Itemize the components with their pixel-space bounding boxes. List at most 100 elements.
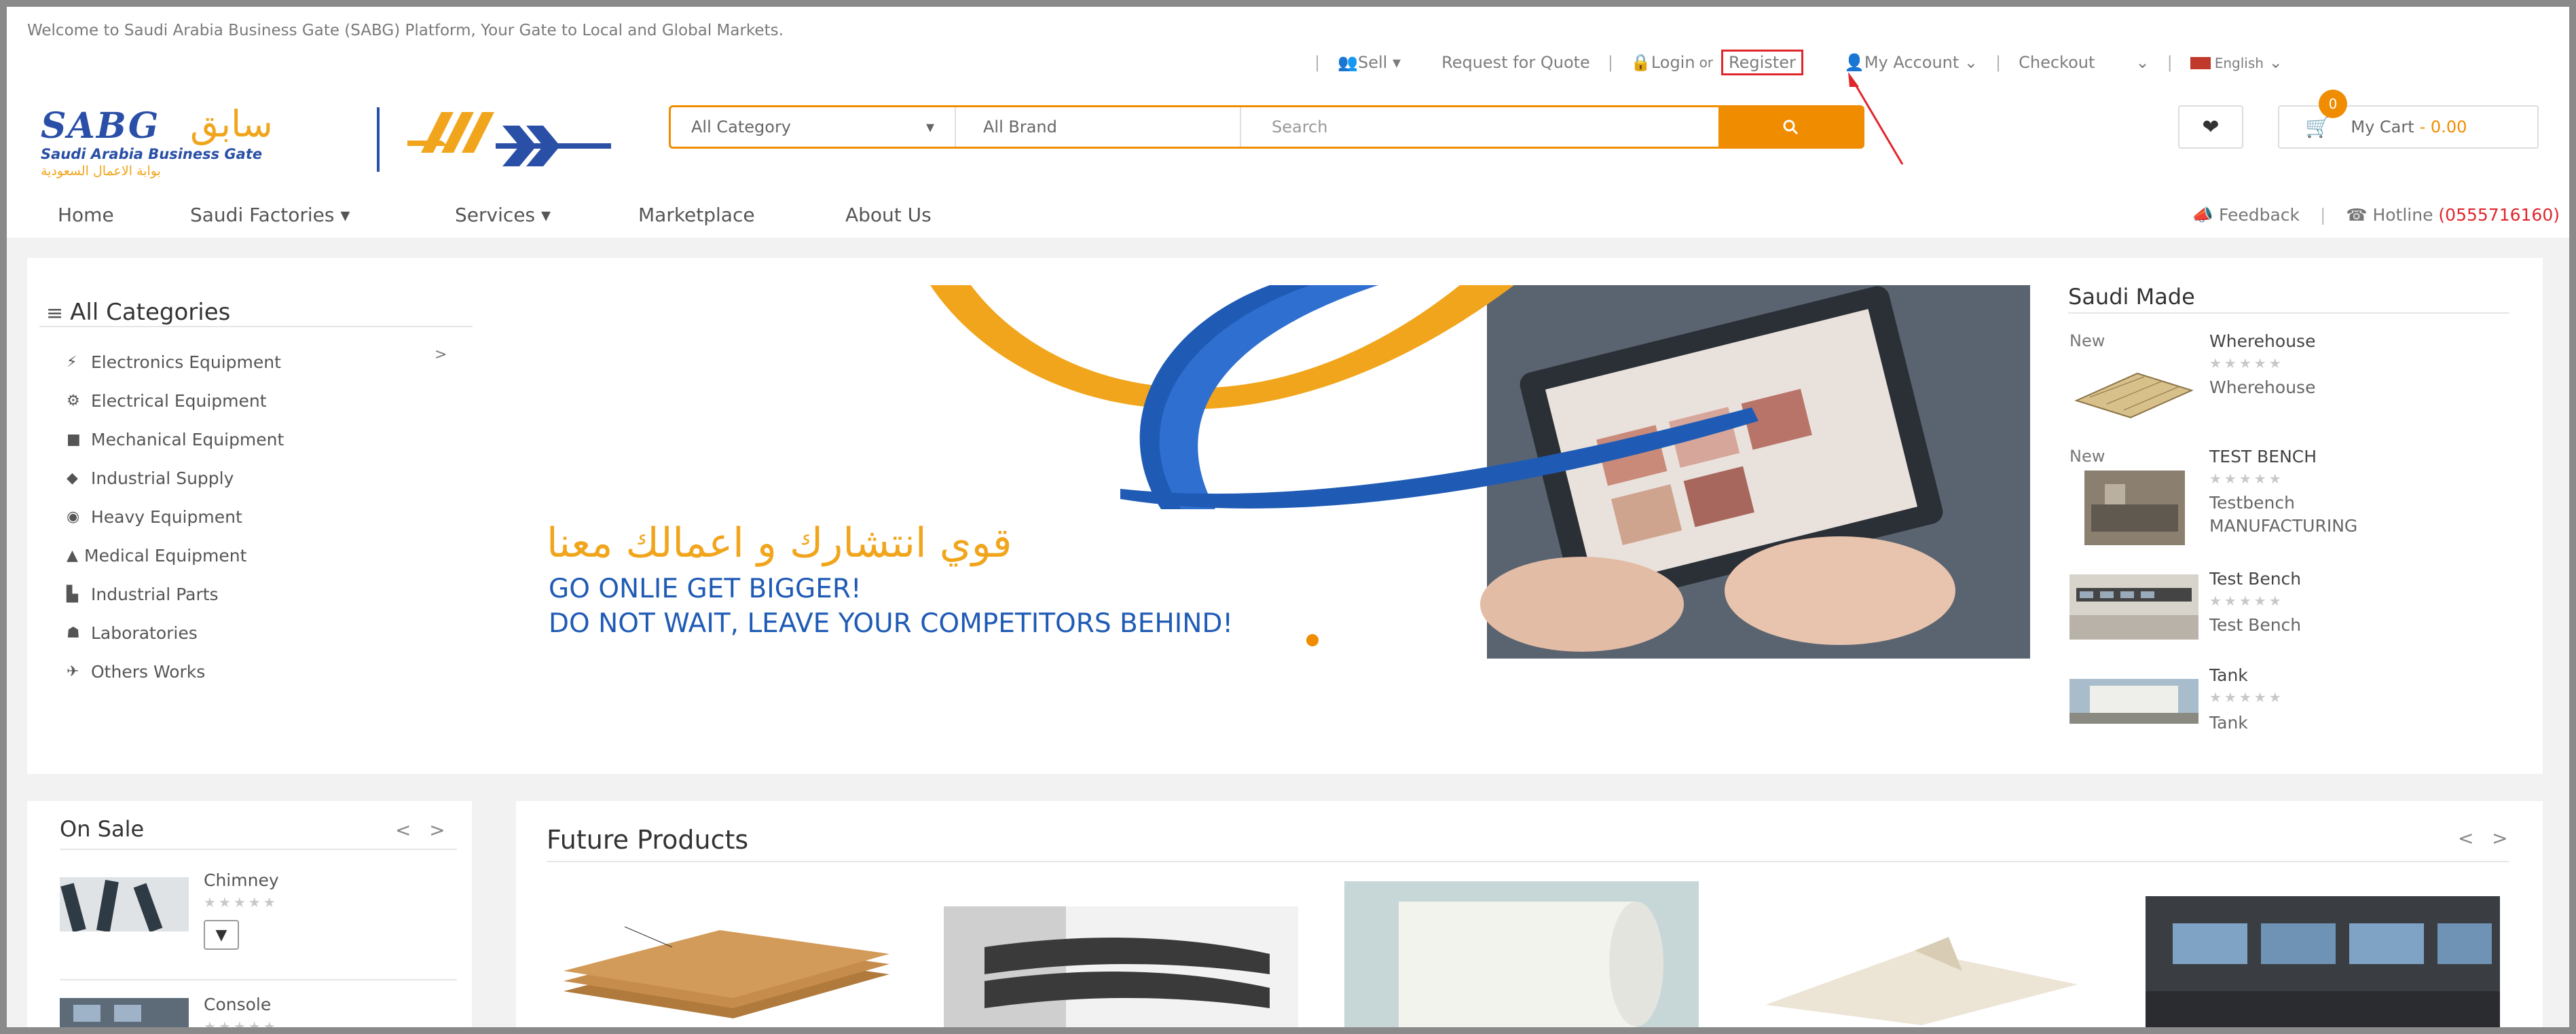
search-button[interactable] (1718, 107, 1862, 147)
nav-saudi-factories[interactable]: Saudi Factories ▾ (190, 204, 350, 226)
steel-bracket-image (944, 906, 1298, 1027)
login-link[interactable]: 🔒Login (1631, 53, 1695, 72)
category-item[interactable]: ✈ Others Works (67, 652, 284, 691)
or-text: or (1699, 54, 1714, 71)
on-sale-title: On Sale (60, 816, 145, 842)
gear-icon: ◉ (67, 509, 80, 525)
my-account-label: My Account (1864, 53, 1959, 72)
hero-banner[interactable]: قوي انتشارك و اعمالك معنا GO ONLIE GET B… (496, 285, 2030, 659)
language-selector[interactable]: English ⌄ (2190, 53, 2283, 72)
rating-stars: ★★★★★ (2209, 593, 2284, 609)
product-thumbnail[interactable] (2069, 574, 2198, 640)
category-item[interactable]: ⚡ Electronics Equipment (67, 343, 284, 382)
cart-button[interactable]: 🛒 0 My Cart - 0.00 (2278, 89, 2539, 149)
product-thumbnail[interactable] (2084, 470, 2185, 545)
separator: | (2319, 205, 2326, 225)
product-thumbnail[interactable] (60, 998, 189, 1027)
product-name[interactable]: Wherehouse (2209, 331, 2315, 351)
product-card[interactable] (2146, 896, 2500, 1027)
product-name[interactable]: Chimney (204, 870, 279, 890)
brand-select[interactable]: All Brand (956, 107, 1241, 147)
on-sale-nav: < > (395, 819, 445, 841)
separator: | (2167, 53, 2173, 72)
product-name[interactable]: Console (204, 995, 271, 1014)
product-card[interactable] (1745, 930, 2099, 1027)
product-subtitle: Testbench (2209, 493, 2295, 513)
test-bench-image (2084, 470, 2185, 545)
wishlist-button[interactable]: ❤ (2178, 105, 2243, 149)
product-thumbnail[interactable] (60, 877, 189, 931)
category-label: Industrial Supply (91, 468, 234, 488)
feedback-link[interactable]: 📣 Feedback (2192, 205, 2300, 225)
product-card[interactable] (1344, 881, 1699, 1027)
chevron-left-icon[interactable]: < (395, 819, 411, 841)
category-select-value: All Category (691, 117, 792, 136)
nav-about[interactable]: About Us (845, 204, 932, 226)
register-link[interactable]: Register (1721, 50, 1803, 75)
future-products-nav: < > (2458, 827, 2508, 849)
logo-text-ar: سابق (190, 103, 273, 145)
megaphone-icon: 📣 (2192, 205, 2213, 225)
phone-icon: ☎ (2346, 205, 2368, 225)
category-select[interactable]: All Category ▾ (671, 107, 956, 147)
welcome-text: Welcome to Saudi Arabia Business Gate (S… (27, 22, 784, 39)
my-account-menu[interactable]: 👤My Account ⌄ (1844, 53, 1978, 72)
chevron-right-icon[interactable]: > (2492, 827, 2507, 849)
sell-menu[interactable]: 👥Sell ▾ (1338, 53, 1401, 72)
logo-divider (377, 107, 380, 172)
product-thumbnail[interactable] (2069, 360, 2198, 422)
lock-icon: 🔒 (1630, 53, 1651, 72)
categories-title-label: All Categories (70, 299, 231, 326)
user-icon: 👤 (1843, 53, 1864, 72)
category-item[interactable]: ■ Mechanical Equipment (67, 420, 284, 459)
chevron-left-icon[interactable]: < (2458, 827, 2473, 849)
currency-dropdown[interactable]: ⌄ (2136, 53, 2150, 72)
site-logo[interactable]: SABG سابق Saudi Arabia Business Gate بوا… (34, 97, 631, 185)
product-card[interactable] (550, 917, 903, 1027)
tools-icon: ✈ (67, 663, 79, 680)
chevron-down-icon: ⌄ (2135, 53, 2150, 72)
hotline-number: (0555716160) (2438, 205, 2560, 225)
search-input[interactable]: Search (1241, 107, 1718, 147)
search-bar: All Category ▾ All Brand Search (669, 105, 1864, 149)
flag-icon (2190, 57, 2211, 69)
test-bench-image (2069, 574, 2198, 640)
product-name[interactable]: Tank (2209, 665, 2248, 685)
new-badge: New (2069, 331, 2105, 350)
checkout-link[interactable]: Checkout (2019, 53, 2095, 72)
category-item[interactable]: ◉ Heavy Equipment (67, 498, 284, 536)
add-to-cart-button[interactable]: ▼ (204, 920, 239, 950)
category-item[interactable]: ▲ Medical Equipment (67, 536, 284, 575)
request-quote-link[interactable]: Request for Quote (1441, 53, 1590, 72)
nav-services[interactable]: Services ▾ (455, 204, 551, 226)
factory-icon: ▙ (67, 586, 78, 603)
tank-image (2069, 679, 2198, 724)
feedback-label: Feedback (2218, 205, 2300, 225)
category-label: Laboratories (91, 623, 198, 643)
nav-home[interactable]: Home (58, 204, 114, 226)
diamond-icon: ◆ (67, 470, 78, 487)
product-name[interactable]: TEST BENCH (2209, 447, 2317, 466)
category-item[interactable]: ⚙ Electrical Equipment (67, 382, 284, 420)
category-item[interactable]: ◆ Industrial Supply (67, 459, 284, 498)
product-card[interactable] (944, 906, 1298, 1027)
category-item[interactable]: ▙ Industrial Parts (67, 575, 284, 614)
nav-marketplace[interactable]: Marketplace (638, 204, 755, 226)
future-products-title: Future Products (547, 825, 749, 855)
divider (2068, 312, 2509, 314)
chevron-right-icon[interactable]: > (429, 819, 445, 841)
chevron-down-icon: ⌄ (2268, 53, 2283, 72)
category-item[interactable]: ☗ Laboratories (67, 614, 284, 652)
header: SABG سابق Saudi Arabia Business Gate بوا… (7, 89, 2569, 190)
cart-icon: ▼ (215, 926, 227, 944)
sell-label: Sell (1357, 53, 1388, 72)
category-label: Industrial Parts (91, 585, 219, 604)
product-name[interactable]: Test Bench (2209, 569, 2301, 589)
cart-label: My Cart (2351, 117, 2414, 136)
product-thumbnail[interactable] (2069, 679, 2198, 724)
caret-down-icon: ▾ (540, 204, 551, 226)
category-label: Others Works (91, 662, 206, 682)
banner-arabic-text: قوي انتشارك و اعمالك معنا (547, 519, 1012, 567)
separator: | (1607, 53, 1613, 72)
paper-roll-image (1344, 881, 1699, 1027)
